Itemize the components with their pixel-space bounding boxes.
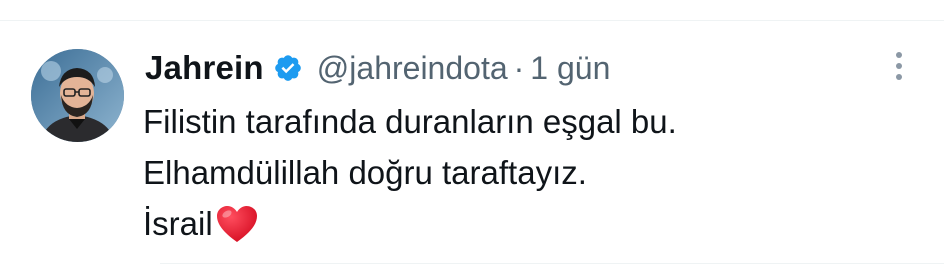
verified-badge-icon [273, 53, 303, 83]
three-dots-vertical-icon[interactable] [891, 50, 907, 82]
tweet-line-1: Filistin tarafında duranların eşgal bu. [143, 103, 677, 140]
bottom-divider [160, 263, 944, 264]
display-name[interactable]: Jahrein [145, 49, 264, 87]
separator-dot: · [513, 49, 525, 86]
tweet-text: Filistin tarafında duranların eşgal bu. … [143, 96, 677, 249]
tweet-header: Jahrein @jahreindota · 1 gün [145, 44, 610, 92]
avatar-icon [31, 49, 124, 142]
red-heart-icon [215, 204, 259, 244]
timestamp[interactable]: 1 gün [530, 50, 610, 87]
tweet-line-3-text: İsrail [143, 205, 213, 242]
tweet-line-3: İsrail [143, 198, 677, 249]
top-divider [0, 20, 944, 21]
tweet-line-2: Elhamdülillah doğru taraftayız. [143, 154, 587, 191]
user-handle[interactable]: @jahreindota [317, 50, 508, 87]
avatar[interactable] [31, 49, 124, 142]
